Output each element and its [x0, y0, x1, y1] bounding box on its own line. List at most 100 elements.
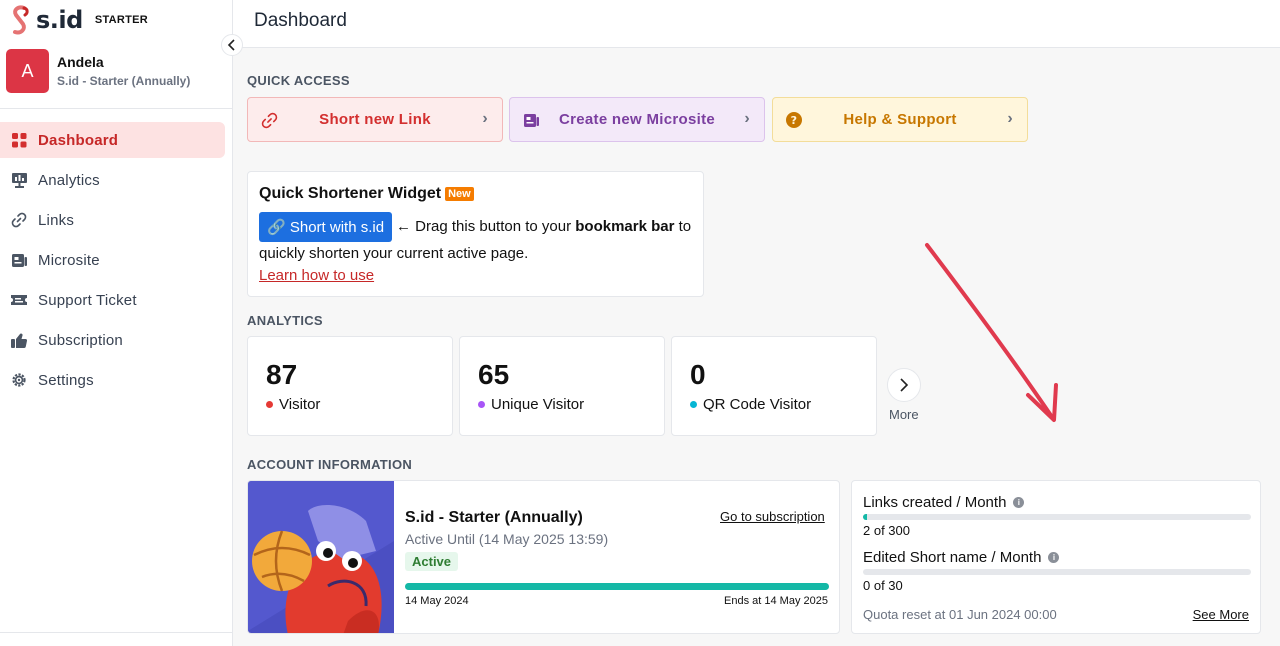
- plan-progress-bar: [405, 583, 829, 590]
- edited-quota-bar: [863, 569, 1251, 575]
- microsite-icon: [10, 251, 28, 269]
- legend-dot: [266, 401, 273, 408]
- instruction-text: ← Drag this button to your: [396, 218, 576, 235]
- links-quota-fill: [863, 514, 867, 520]
- create-microsite-button[interactable]: Create new Microsite ›: [509, 97, 765, 142]
- sidebar-item-label: Subscription: [38, 331, 123, 349]
- mascot-illustration-icon: [248, 481, 394, 633]
- s-id-logo-icon: [13, 5, 29, 35]
- sidebar-item-label: Microsite: [38, 251, 100, 269]
- divider: [0, 108, 233, 109]
- active-until-text: Active Until (14 May 2025 13:59): [405, 531, 609, 547]
- account-info-heading: ACCOUNT INFORMATION: [247, 457, 413, 472]
- brand-name: s.id: [36, 6, 83, 34]
- end-date: Ends at 14 May 2025: [724, 595, 828, 607]
- short-new-link-button[interactable]: Short new Link ›: [247, 97, 503, 142]
- widget-instructions: ← Drag this button to your bookmark bar …: [396, 218, 691, 235]
- info-icon[interactable]: i: [1048, 552, 1060, 563]
- stat-label-text: Unique Visitor: [491, 396, 585, 413]
- divider: [0, 632, 233, 633]
- sidebar-item-label: Dashboard: [38, 131, 119, 149]
- quota-card: Links created / Month i 2 of 300 Edited S…: [851, 480, 1261, 634]
- ticket-icon: [10, 291, 28, 309]
- widget-title: Quick Shortener Widget New: [259, 185, 474, 203]
- sidebar-item-analytics[interactable]: Analytics: [0, 162, 225, 198]
- plan-tier-label: STARTER: [94, 14, 149, 26]
- instruction-text: to: [674, 218, 692, 235]
- edited-quota-count: 0 of 30: [863, 578, 903, 593]
- plan-name: S.id - Starter (Annually): [405, 509, 583, 526]
- user-name: Andela: [57, 54, 104, 70]
- annotation-arrow-icon: [925, 243, 1058, 422]
- learn-how-link[interactable]: Learn how to use: [259, 267, 374, 284]
- page-title: Dashboard: [254, 10, 347, 31]
- quick-access-label: Short new Link: [319, 111, 431, 128]
- stat-label: QR Code Visitor: [690, 396, 811, 413]
- sidebar-item-label: Support Ticket: [38, 291, 137, 309]
- analytics-heading: ANALYTICS: [247, 313, 323, 328]
- links-quota-bar: [863, 514, 1251, 520]
- short-with-sid-bookmarklet[interactable]: 🔗 Short with s.id: [259, 212, 393, 242]
- avatar: A: [6, 49, 49, 93]
- brand[interactable]: s.id STARTER: [8, 4, 148, 36]
- sidebar-item-subscription[interactable]: Subscription: [0, 322, 225, 358]
- sidebar-item-label: Settings: [38, 371, 94, 389]
- chevron-right-icon: ›: [744, 110, 750, 127]
- instruction-bold: bookmark bar: [575, 218, 675, 235]
- sidebar: s.id STARTER A Andela S.id - Starter (An…: [0, 0, 233, 646]
- sidebar-item-settings[interactable]: Settings: [0, 362, 225, 398]
- collapse-sidebar-button[interactable]: [221, 34, 243, 56]
- sidebar-item-support-ticket[interactable]: Support Ticket: [0, 282, 225, 318]
- quota-reset-text: Quota reset at 01 Jun 2024 00:00: [863, 607, 1057, 622]
- start-date: 14 May 2024: [405, 595, 469, 607]
- widget-instructions-line2: quickly shorten your current active page…: [259, 245, 529, 262]
- analytics-icon: [10, 171, 28, 189]
- stat-label: Unique Visitor: [478, 396, 584, 413]
- widget-title-text: Quick Shortener Widget: [259, 185, 442, 202]
- help-support-button[interactable]: ? Help & Support ›: [772, 97, 1028, 142]
- stat-value: 0: [690, 359, 706, 390]
- sidebar-item-microsite[interactable]: Microsite: [0, 242, 225, 278]
- chevron-right-icon: [900, 378, 909, 392]
- sidebar-item-links[interactable]: Links: [0, 202, 225, 238]
- new-badge: New: [445, 186, 474, 201]
- account-card: S.id - Starter (Annually) Go to subscrip…: [247, 480, 840, 634]
- sidebar-nav: Dashboard Analytics Links Microsite Supp…: [0, 122, 233, 402]
- stat-value: 65: [478, 359, 510, 390]
- info-icon[interactable]: i: [1013, 497, 1025, 508]
- quick-access-label: Create new Microsite: [558, 111, 716, 128]
- stat-value: 87: [266, 359, 298, 390]
- quota-label-text: Links created / Month: [863, 494, 1007, 511]
- gear-icon: [10, 371, 28, 389]
- link-icon: [10, 211, 28, 229]
- quick-shortener-widget: Quick Shortener Widget New 🔗 Short with s…: [247, 171, 704, 297]
- links-quota-count: 2 of 300: [863, 523, 910, 538]
- user-profile[interactable]: A Andela S.id - Starter (Annually): [6, 49, 190, 93]
- sidebar-item-dashboard[interactable]: Dashboard: [0, 122, 225, 158]
- plan-progress-fill: [405, 583, 829, 590]
- legend-dot: [690, 401, 697, 408]
- go-to-subscription-link[interactable]: Go to subscription: [720, 509, 825, 524]
- chevron-right-icon: ›: [482, 110, 488, 127]
- quota-label-text: Edited Short name / Month: [863, 549, 1042, 566]
- stat-label-text: QR Code Visitor: [703, 396, 812, 413]
- sidebar-item-label: Analytics: [38, 171, 100, 189]
- edited-short-name-label: Edited Short name / Month i: [863, 549, 1060, 566]
- chevron-right-icon: ›: [1007, 110, 1013, 127]
- sidebar-item-label: Links: [38, 211, 75, 229]
- user-plan: S.id - Starter (Annually): [57, 74, 191, 88]
- dashboard-icon: [10, 131, 28, 149]
- stat-card-qr-visitor[interactable]: 0 QR Code Visitor: [671, 336, 877, 436]
- stat-card-unique-visitor[interactable]: 65 Unique Visitor: [459, 336, 665, 436]
- quick-access-label: Help & Support: [843, 111, 957, 128]
- see-more-link[interactable]: See More: [1193, 607, 1249, 622]
- quick-access-heading: QUICK ACCESS: [247, 73, 350, 88]
- stat-label-text: Visitor: [279, 396, 321, 413]
- legend-dot: [478, 401, 485, 408]
- page-header: Dashboard: [233, 0, 1280, 48]
- links-created-label: Links created / Month i: [863, 494, 1025, 511]
- chevron-left-icon: [227, 39, 235, 51]
- stat-label: Visitor: [266, 396, 320, 413]
- stat-card-visitor[interactable]: 87 Visitor: [247, 336, 453, 436]
- status-badge: Active: [405, 552, 459, 571]
